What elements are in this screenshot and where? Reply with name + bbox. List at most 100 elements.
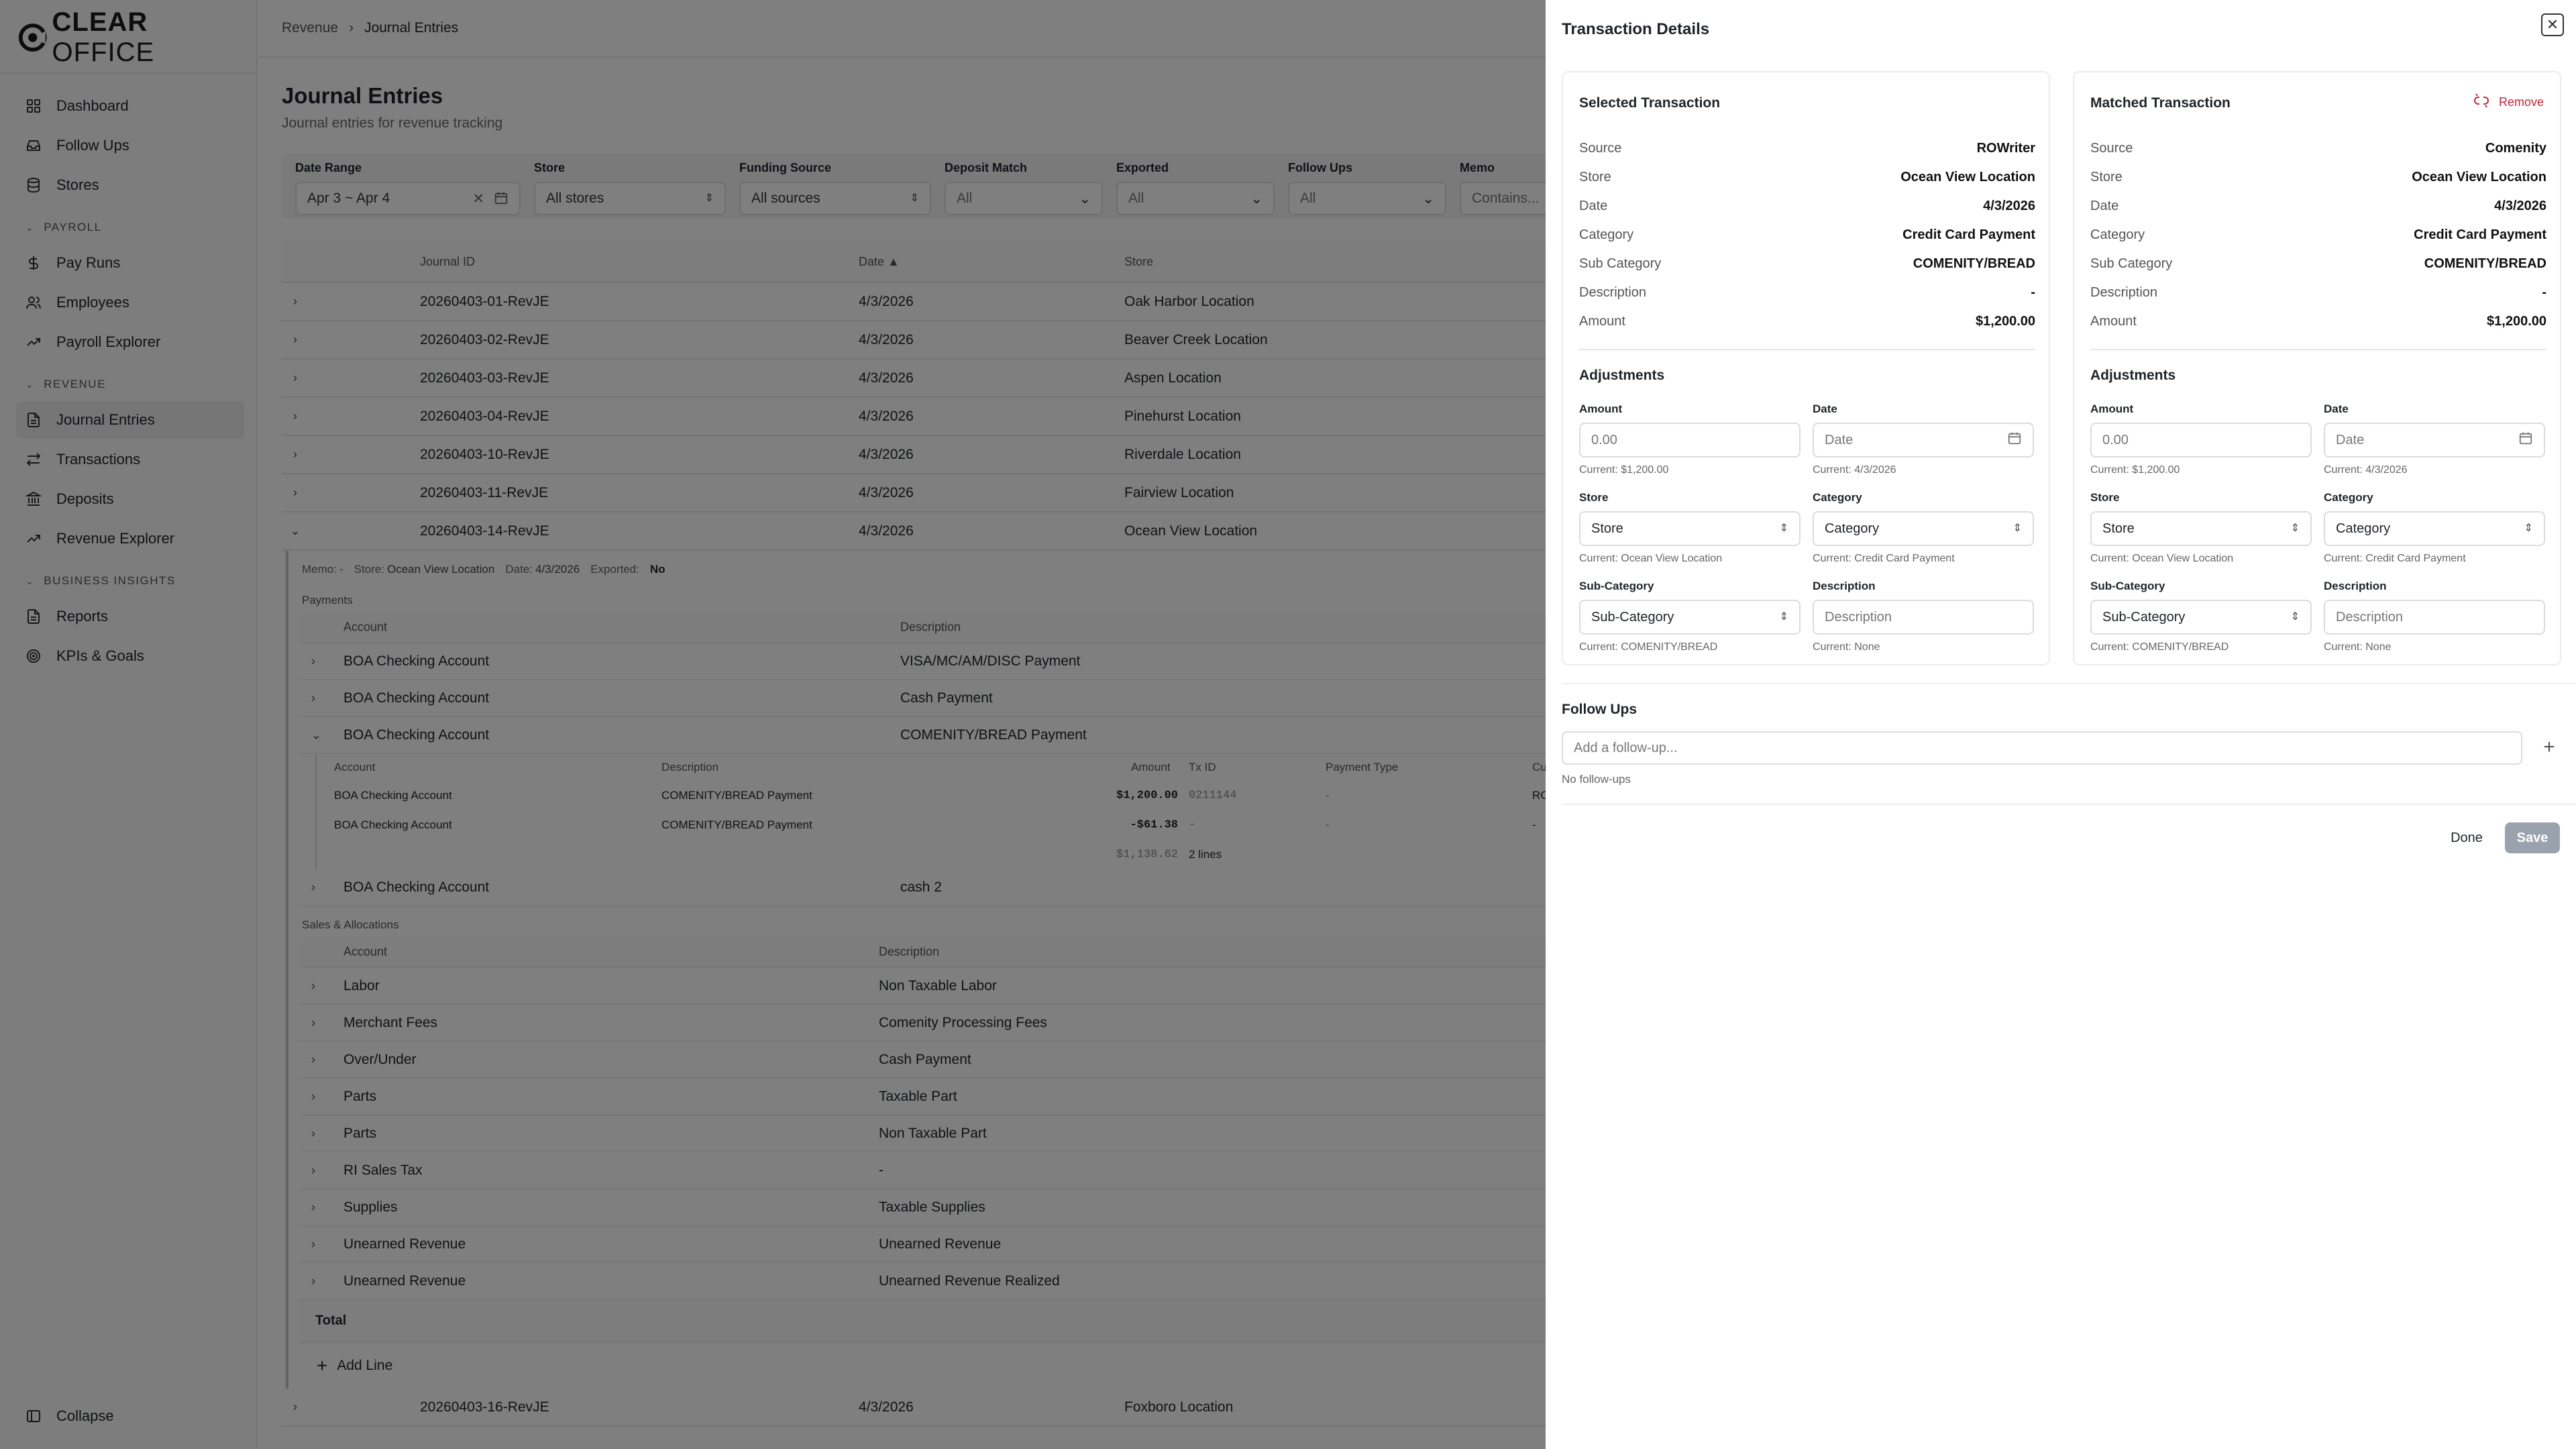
follow-ups-title: Follow Ups (1562, 702, 1637, 717)
subcategory-select[interactable]: Sub-Category ⇕ (2090, 600, 2312, 635)
adjustment-description: Description Description Current: None (2324, 580, 2545, 653)
follow-up-placeholder: Add a follow-up... (1574, 740, 1678, 755)
placeholder: Store (2102, 521, 2135, 536)
adjustment-subcategory: Sub-Category Sub-Category ⇕ Current: COMENI… (2090, 580, 2312, 653)
field-label: Store (1579, 491, 1609, 504)
field-label: Date (1813, 402, 1837, 415)
date-date-picker[interactable]: Date (1813, 423, 2034, 458)
description-input[interactable]: Description (1813, 600, 2034, 635)
field-value: COMENITY/BREAD (2424, 256, 2546, 271)
current-value: Current: COMENITY/BREAD (1579, 641, 1718, 653)
remove-match-button[interactable]: Remove (2473, 93, 2544, 112)
sort-updown-icon: ⇕ (1779, 611, 1788, 623)
field-value: COMENITY/BREAD (1913, 256, 2035, 271)
field-value: Ocean View Location (1900, 170, 2035, 184)
adjustment-description: Description Description Current: None (1813, 580, 2034, 653)
adjustment-date: Date Date Current: 4/3/2026 (1813, 402, 2034, 476)
field-key: Date (2090, 199, 2119, 213)
field-row: Category Credit Card Payment (1579, 221, 2035, 250)
calendar-icon (2518, 431, 2533, 449)
field-value: 4/3/2026 (2494, 199, 2546, 213)
close-icon: ✕ (2546, 16, 2559, 33)
field-row: Category Credit Card Payment (2090, 221, 2546, 250)
field-value: Ocean View Location (2412, 170, 2546, 184)
drawer-title: Transaction Details (1562, 20, 1710, 38)
current-value: Current: $1,200.00 (1579, 464, 1669, 476)
unlink-icon (2473, 93, 2489, 112)
modal-overlay[interactable] (0, 0, 1546, 1449)
field-label: Category (2324, 491, 2373, 504)
placeholder: Sub-Category (1591, 609, 1674, 625)
done-button[interactable]: Done (2436, 822, 2497, 853)
sort-updown-icon: ⇕ (2290, 523, 2300, 534)
adjustment-store: Store Store ⇕ Current: Ocean View Location (1579, 491, 1801, 565)
current-value: Current: Ocean View Location (2090, 553, 2234, 564)
field-key: Store (2090, 170, 2123, 184)
follow-up-input[interactable]: Add a follow-up... (1562, 731, 2522, 765)
field-row: Source Comenity (2090, 134, 2546, 163)
sort-updown-icon: ⇕ (2012, 523, 2022, 534)
field-row: Sub Category COMENITY/BREAD (2090, 250, 2546, 278)
field-key: Amount (1579, 314, 1625, 329)
remove-label: Remove (2498, 95, 2544, 109)
current-value: Current: 4/3/2026 (2324, 464, 2408, 476)
transaction-fields: Source ROWriter Store Ocean View Location Da… (1579, 134, 2035, 336)
field-key: Category (2090, 227, 2145, 242)
field-value: 4/3/2026 (1983, 199, 2035, 213)
field-key: Description (1579, 285, 1647, 300)
adjustment-amount: Amount 0.00 Current: $1,200.00 (2090, 402, 2312, 476)
date-date-picker[interactable]: Date (2324, 423, 2545, 458)
field-label: Date (2324, 402, 2349, 415)
field-row: Source ROWriter (1579, 134, 2035, 163)
divider (2090, 349, 2546, 350)
amount-input[interactable]: 0.00 (1579, 423, 1801, 458)
sort-updown-icon: ⇕ (1779, 523, 1788, 534)
current-value: Current: $1,200.00 (2090, 464, 2180, 476)
field-row: Description - (2090, 278, 2546, 307)
close-button[interactable]: ✕ (2541, 13, 2564, 36)
field-value: $1,200.00 (2487, 314, 2546, 329)
field-key: Description (2090, 285, 2158, 300)
field-row: Store Ocean View Location (1579, 163, 2035, 192)
save-button[interactable]: Save (2505, 822, 2560, 853)
field-value: Credit Card Payment (2414, 227, 2546, 242)
amount-input[interactable]: 0.00 (2090, 423, 2312, 458)
field-label: Description (2324, 580, 2387, 592)
field-label: Sub-Category (2090, 580, 2165, 592)
sort-updown-icon: ⇕ (2524, 523, 2533, 534)
field-key: Amount (2090, 314, 2137, 329)
adjustments-title: Adjustments (1579, 368, 1665, 383)
field-row: Date 4/3/2026 (1579, 192, 2035, 221)
store-select[interactable]: Store ⇕ (1579, 511, 1801, 546)
plus-icon: + (2543, 736, 2555, 758)
placeholder: 0.00 (1591, 432, 1617, 447)
subcategory-select[interactable]: Sub-Category ⇕ (1579, 600, 1801, 635)
sort-updown-icon: ⇕ (2290, 611, 2300, 623)
placeholder: Sub-Category (2102, 609, 2186, 625)
field-key: Source (2090, 141, 2133, 156)
category-select[interactable]: Category ⇕ (2324, 511, 2545, 546)
field-value: - (2542, 285, 2546, 300)
calendar-icon (2007, 431, 2022, 449)
field-key: Sub Category (2090, 256, 2173, 271)
field-value: Credit Card Payment (1902, 227, 2035, 242)
current-value: Current: Credit Card Payment (2324, 553, 2466, 564)
placeholder: 0.00 (2102, 432, 2129, 447)
description-input[interactable]: Description (2324, 600, 2545, 635)
field-key: Store (1579, 170, 1611, 184)
add-follow-up-button[interactable]: + (2536, 734, 2563, 761)
current-value: Current: None (1813, 641, 1880, 653)
transaction-fields: Source Comenity Store Ocean View Location Da… (2090, 134, 2546, 336)
adjustment-date: Date Date Current: 4/3/2026 (2324, 402, 2545, 476)
placeholder: Category (2336, 521, 2391, 536)
adjustments-title: Adjustments (2090, 368, 2176, 383)
current-value: Current: Ocean View Location (1579, 553, 1723, 564)
category-select[interactable]: Category ⇕ (1813, 511, 2034, 546)
field-label: Sub-Category (1579, 580, 1654, 592)
divider (1562, 804, 2576, 805)
field-row: Amount $1,200.00 (1579, 307, 2035, 336)
adjustment-category: Category Category ⇕ Current: Credit Card Pa… (1813, 491, 2034, 565)
placeholder: Category (1825, 521, 1880, 536)
follow-ups-empty: No follow-ups (1562, 773, 1631, 786)
store-select[interactable]: Store ⇕ (2090, 511, 2312, 546)
